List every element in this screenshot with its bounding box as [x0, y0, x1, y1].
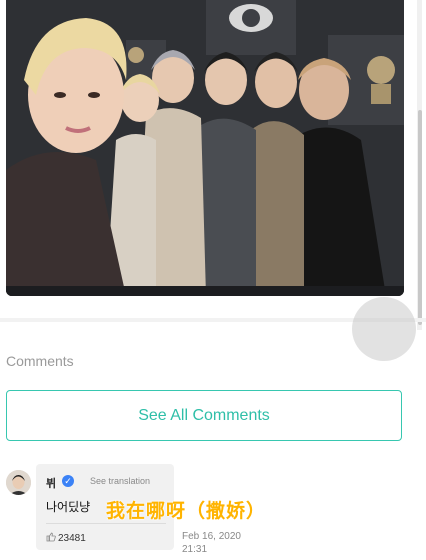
thumbs-up-glyph [46, 532, 56, 542]
post-detail-page: Comments See All Comments 뷔 ✓ See transl… [0, 0, 426, 560]
avatar-image [6, 470, 31, 495]
verified-badge-icon: ✓ [62, 475, 74, 487]
comment-time: 21:31 [182, 544, 208, 555]
avatar[interactable] [6, 470, 31, 495]
comment-date: Feb 16, 2020 [182, 531, 241, 542]
translation-overlay-caption: 我在哪呀（撒娇） [106, 501, 267, 522]
post-photo[interactable] [6, 0, 404, 296]
see-translation-link[interactable]: See translation [90, 476, 150, 486]
thumbs-up-icon[interactable] [46, 532, 56, 545]
touch-indicator [352, 297, 416, 361]
like-count: 23481 [58, 533, 86, 544]
photo-illustration [6, 0, 404, 296]
see-all-comments-button[interactable]: See All Comments [6, 390, 402, 441]
scrollbar-thumb[interactable] [418, 110, 422, 325]
see-all-comments-label: See All Comments [138, 406, 270, 424]
comment-author[interactable]: 뷔 [46, 475, 56, 491]
comments-heading: Comments [6, 353, 74, 369]
comment-divider [46, 523, 166, 524]
comment-text: 나어딨냥 [46, 500, 91, 514]
